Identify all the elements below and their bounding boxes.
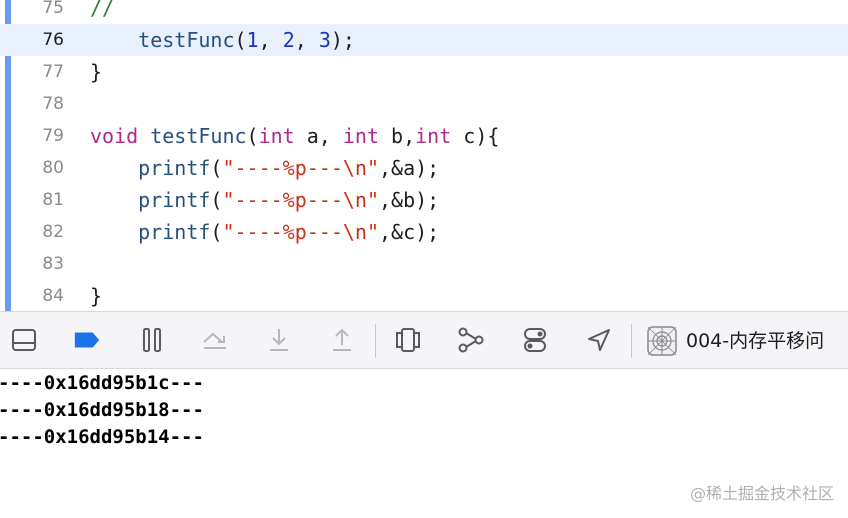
step-over-icon: [203, 332, 226, 349]
memory-graph-button[interactable]: [456, 325, 486, 355]
code-token: a,: [294, 124, 343, 148]
code-token: int: [415, 124, 452, 148]
code-token: (: [210, 188, 223, 212]
code-line[interactable]: 75 //: [0, 0, 848, 24]
code-line[interactable]: 79 void testFunc(int a, int b,int c){: [0, 120, 848, 152]
code-token: int: [258, 124, 295, 148]
step-into-icon: [270, 329, 288, 351]
code-token: void: [90, 124, 139, 148]
pause-button[interactable]: [137, 325, 167, 355]
hide-debug-area-button[interactable]: [9, 325, 39, 355]
environment-overrides-icon: [524, 328, 546, 352]
simulate-location-button[interactable]: [584, 325, 614, 355]
line-number: 81: [42, 190, 64, 210]
code-token: }: [90, 284, 103, 308]
code-text: //: [90, 0, 114, 24]
code-token: (: [234, 28, 247, 52]
code-token: ,: [258, 28, 283, 52]
hide-debug-area-icon: [12, 329, 36, 351]
code-line[interactable]: 80 printf("----%p---\n",&a);: [0, 152, 848, 184]
console-line: ----0x16dd95b1c---: [0, 372, 204, 394]
code-token: 2: [282, 28, 295, 52]
line-number: 83: [42, 254, 64, 274]
code-text: printf("----%p---\n",&c);: [90, 216, 439, 248]
code-token: ,: [294, 28, 319, 52]
code-token: 3: [318, 28, 331, 52]
debug-toolbar: 004-内存平移问: [0, 311, 848, 369]
console-line: ----0x16dd95b14---: [0, 426, 204, 448]
code-token: b,: [379, 124, 416, 148]
simulate-location-icon: [588, 329, 610, 351]
code-text: testFunc(1, 2, 3);: [90, 24, 355, 56]
code-token: printf: [138, 156, 211, 180]
code-token: ,&a);: [379, 156, 440, 180]
code-token: printf: [138, 188, 211, 212]
toolbar-separator: [375, 324, 376, 358]
code-token: );: [330, 28, 355, 52]
step-over-button[interactable]: [200, 325, 230, 355]
code-token: "----%p---\n": [222, 156, 380, 180]
code-line[interactable]: 76 testFunc(1, 2, 3);: [0, 24, 848, 56]
code-token: (: [210, 156, 223, 180]
line-number: 75: [42, 0, 64, 18]
code-line[interactable]: 81 printf("----%p---\n",&b);: [0, 184, 848, 216]
code-token: "----%p---\n": [222, 220, 380, 244]
code-token: "----%p---\n": [222, 188, 380, 212]
code-line[interactable]: 83: [0, 248, 848, 280]
code-text: printf("----%p---\n",&b);: [90, 184, 439, 216]
code-text: }: [90, 56, 102, 88]
code-token: c){: [451, 124, 500, 148]
watermark: @稀土掘金技术社区: [689, 484, 834, 503]
code-text: void testFunc(int a, int b,int c){: [90, 120, 499, 152]
source-editor[interactable]: 75//76 testFunc(1, 2, 3); 77} 78 79 void tes…: [0, 0, 848, 311]
line-number: 78: [42, 94, 64, 114]
line-number: 76: [42, 30, 64, 50]
code-token: int: [342, 124, 380, 148]
console-output[interactable]: ----0x16dd95b1c--- ----0x16dd95b18--- ----…: [0, 370, 848, 518]
code-line[interactable]: 82 printf("----%p---\n",&c);: [0, 216, 848, 248]
console-line: ----0x16dd95b18---: [0, 399, 204, 421]
code-token: //: [90, 0, 115, 20]
code-token: printf: [138, 220, 211, 244]
target-selector-button[interactable]: [646, 325, 678, 357]
code-token: testFunc: [138, 28, 235, 52]
environment-overrides-button[interactable]: [520, 325, 550, 355]
line-number: 84: [42, 286, 64, 306]
code-text: printf("----%p---\n",&a);: [90, 152, 439, 184]
target-label[interactable]: 004-内存平移问: [686, 325, 824, 357]
step-out-icon: [333, 328, 351, 351]
line-number: 80: [42, 158, 64, 178]
pause-icon: [143, 328, 161, 352]
code-token: testFunc: [150, 124, 247, 148]
step-into-button[interactable]: [264, 325, 294, 355]
toolbar-separator: [631, 324, 632, 358]
code-token: (: [210, 220, 223, 244]
code-token: }: [90, 60, 103, 84]
step-out-button[interactable]: [327, 325, 357, 355]
line-number: 82: [42, 222, 64, 242]
code-token: (: [246, 124, 259, 148]
code-token: ,&c);: [379, 220, 440, 244]
view-hierarchy-icon: [396, 328, 420, 352]
code-token: 1: [246, 28, 259, 52]
line-number: 79: [42, 126, 64, 146]
view-hierarchy-button[interactable]: [393, 325, 423, 355]
breakpoints-toggle-icon: [74, 332, 100, 348]
code-line[interactable]: 78: [0, 88, 848, 120]
breakpoints-toggle-button[interactable]: [72, 325, 102, 355]
code-line[interactable]: 84}: [0, 280, 848, 311]
code-line[interactable]: 77}: [0, 56, 848, 88]
line-number: 77: [42, 62, 64, 82]
memory-graph-icon: [458, 327, 484, 353]
code-text: }: [90, 280, 102, 311]
code-token: ,&b);: [379, 188, 440, 212]
target-app-icon: [647, 326, 677, 356]
